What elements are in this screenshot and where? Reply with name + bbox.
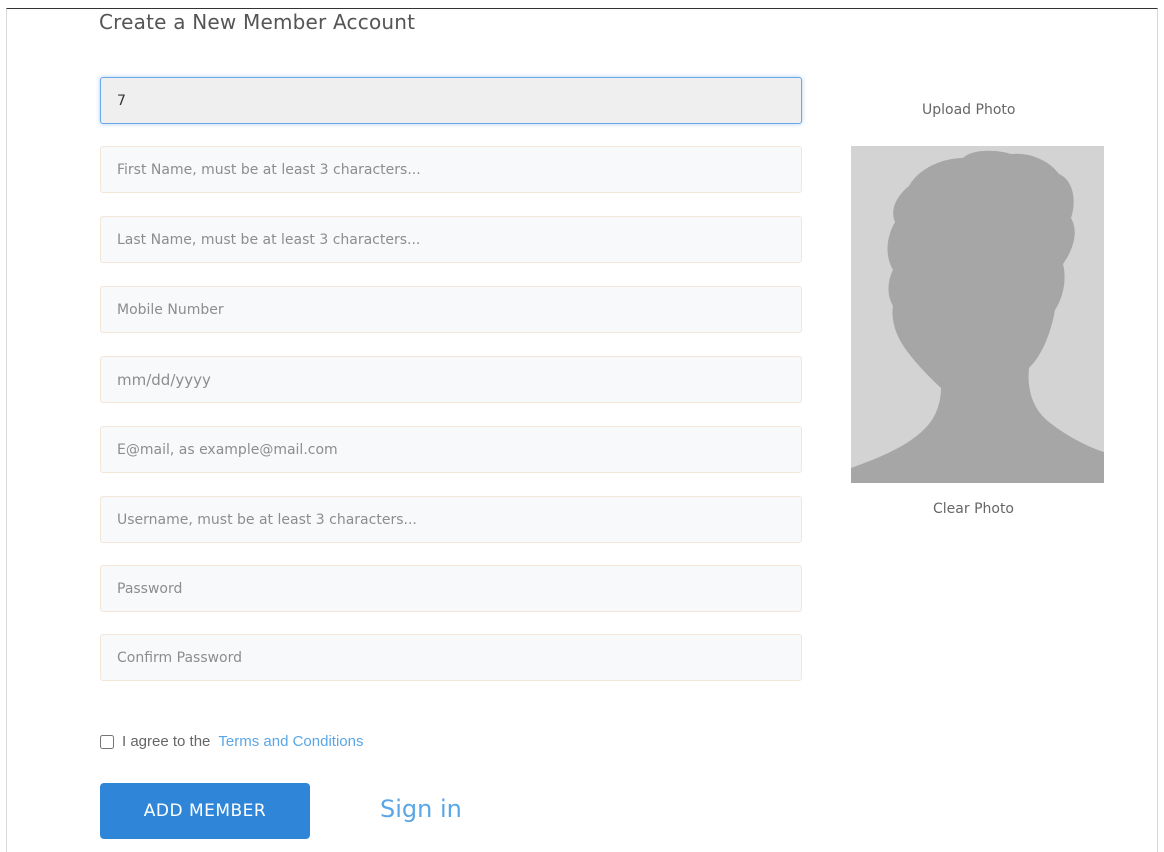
- member-id-field[interactable]: [100, 77, 802, 124]
- sign-in-link[interactable]: Sign in: [380, 795, 462, 823]
- date-of-birth-field[interactable]: [100, 356, 802, 403]
- email-field[interactable]: [100, 426, 802, 473]
- terms-and-conditions-link[interactable]: Terms and Conditions: [218, 733, 363, 750]
- last-name-field[interactable]: [100, 216, 802, 263]
- upload-photo-link[interactable]: Upload Photo: [922, 102, 1015, 118]
- terms-agreement-label: I agree to the: [122, 733, 211, 750]
- page-title: Create a New Member Account: [99, 10, 416, 34]
- clear-photo-link[interactable]: Clear Photo: [933, 501, 1014, 517]
- terms-checkbox[interactable]: [100, 734, 114, 749]
- password-field[interactable]: [100, 565, 802, 612]
- first-name-field[interactable]: [100, 146, 802, 193]
- mobile-number-field[interactable]: [100, 286, 802, 333]
- avatar-placeholder[interactable]: [851, 146, 1104, 483]
- username-field[interactable]: [100, 496, 802, 543]
- terms-agreement[interactable]: I agree to the Terms and Conditions: [100, 733, 363, 750]
- avatar-silhouette-icon: [851, 150, 1104, 483]
- add-member-button[interactable]: ADD MEMBER: [100, 783, 310, 839]
- confirm-password-field[interactable]: [100, 634, 802, 681]
